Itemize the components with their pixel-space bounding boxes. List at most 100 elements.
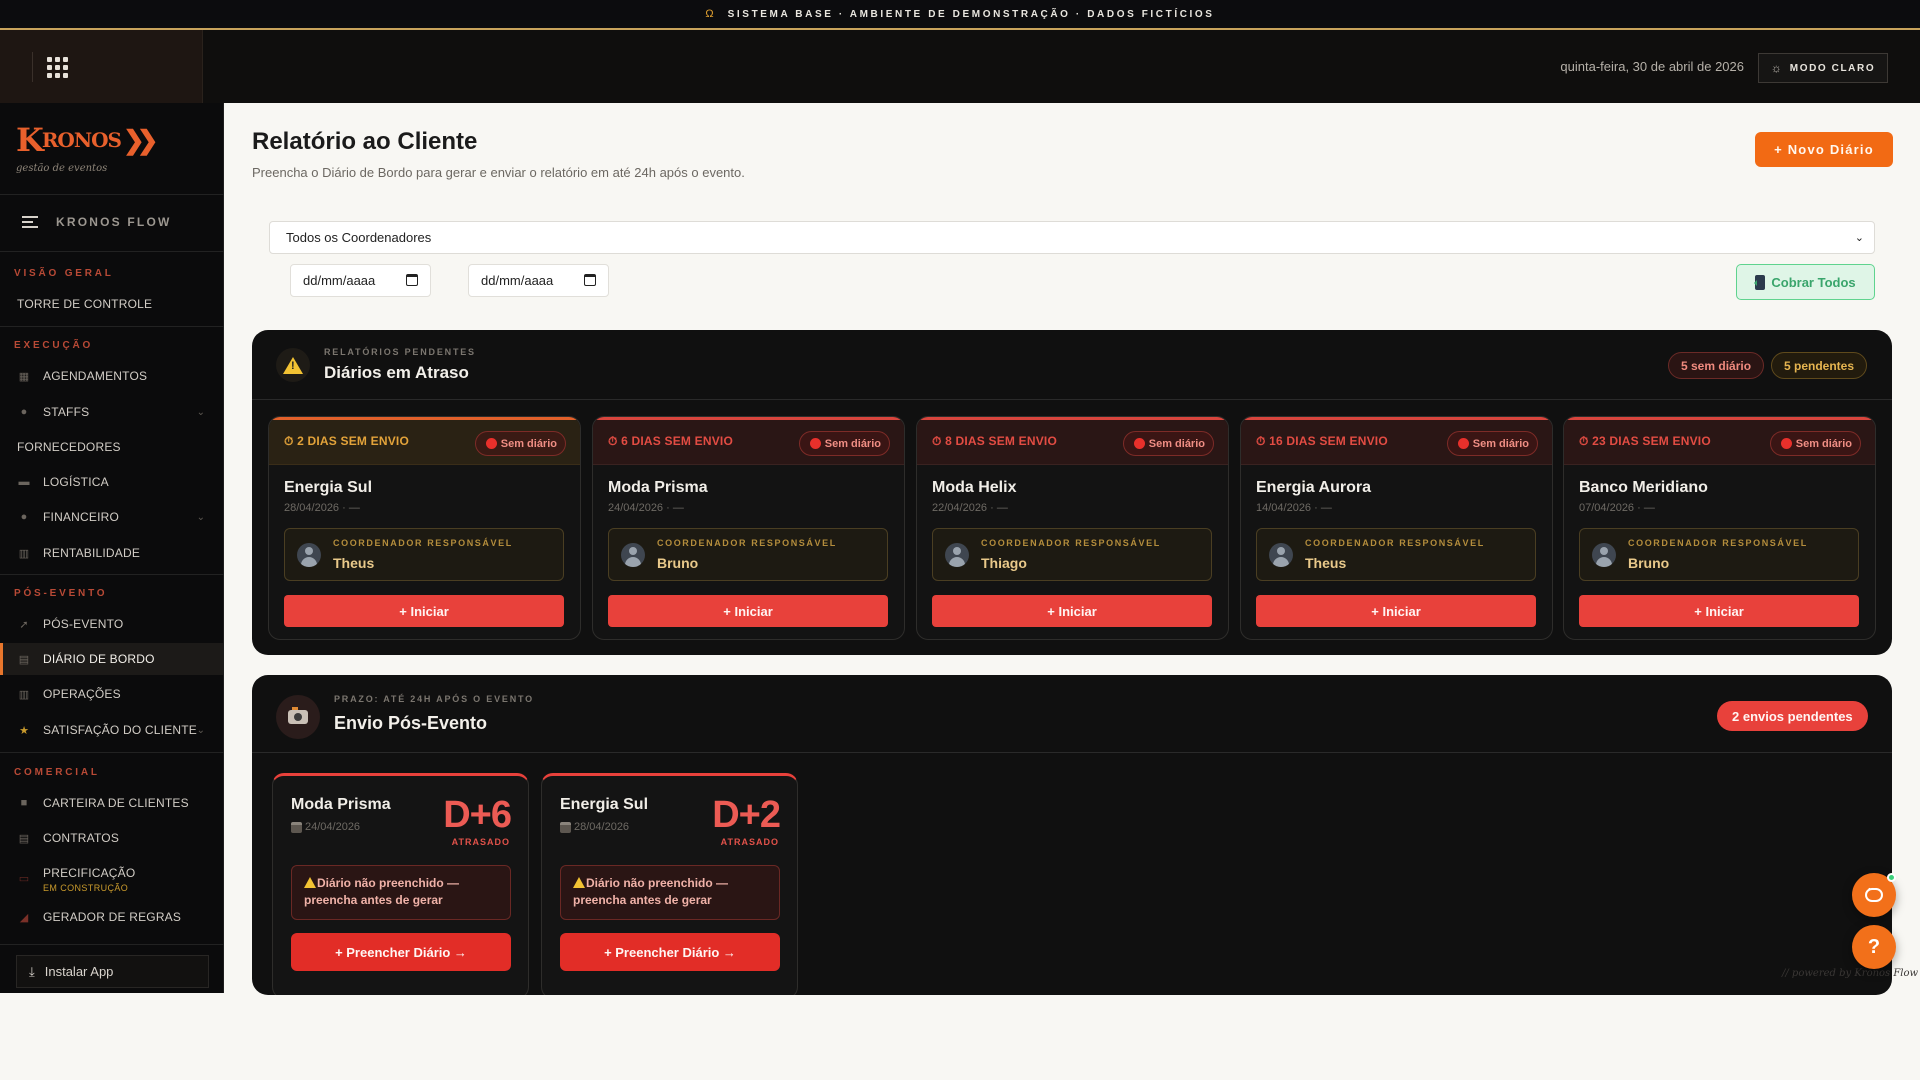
sidebar-item-operacoes[interactable]: ▥ OPERAÇÕES — [0, 678, 223, 710]
coordinator-name: Theus — [333, 555, 375, 571]
current-date: quinta-feira, 30 de abril de 2026 — [1560, 59, 1744, 74]
diary-warning-text: Diário não preenchido — preencha antes d… — [573, 876, 729, 907]
days-without-sending: ⏱ 23 DIAS SEM ENVIO — [1579, 434, 1711, 448]
logo-arrows-icon: ❯❯ — [123, 124, 158, 155]
start-button[interactable]: + Iniciar — [1256, 595, 1536, 627]
panel-kicker: RELATÓRIOS PENDENTES — [324, 347, 476, 357]
install-app-label: Instalar App — [44, 964, 114, 979]
red-dot-icon — [485, 438, 497, 449]
app-menu-toggle[interactable]: KRONOS FLOW — [22, 215, 172, 229]
light-mode-button[interactable]: ☼ MODO CLARO — [1758, 53, 1888, 83]
fill-diary-button[interactable]: + Preencher Diário → — [291, 933, 511, 971]
sidebar-item-agendamentos[interactable]: ▦ AGENDAMENTOS — [0, 360, 223, 392]
date-to-placeholder: dd/mm/aaaa — [481, 273, 554, 288]
start-button[interactable]: + Iniciar — [1579, 595, 1859, 627]
chat-button[interactable] — [1852, 873, 1896, 917]
coordinator-name: Bruno — [1628, 555, 1670, 571]
days-without-sending: ⏱ 16 DIAS SEM ENVIO — [1256, 434, 1388, 448]
coordinator-select[interactable]: Todos os Coordenadores ⌄ — [269, 221, 1875, 254]
start-button[interactable]: + Iniciar — [284, 595, 564, 627]
no-diary-pill: Sem diário — [798, 431, 890, 456]
no-diary-pill: Sem diário — [1446, 431, 1538, 456]
sidebar-item-pos-evento[interactable]: ➚ PÓS-EVENTO — [0, 608, 223, 640]
coordinator-name: Bruno — [657, 555, 699, 571]
sidebar-item-diario-de-bordo[interactable]: ▤ DIÁRIO DE BORDO — [0, 643, 223, 675]
calendar-icon[interactable] — [584, 274, 596, 286]
days-without-sending: ⏱ 6 DIAS SEM ENVIO — [608, 434, 733, 448]
fill-diary-button[interactable]: + Preencher Diário → — [560, 933, 780, 971]
start-button[interactable]: + Iniciar — [608, 595, 888, 627]
apps-grid-icon[interactable] — [47, 57, 68, 78]
warning-icon — [573, 877, 585, 888]
logo-k: K — [16, 121, 44, 159]
sidebar-item-precificacao[interactable]: ▭ PRECIFICAÇÃO EM CONSTRUÇÃO — [0, 862, 223, 894]
sidebar-item-label: FINANCEIRO — [43, 510, 120, 524]
panel-kicker: PRAZO: ATÉ 24H APÓS O EVENTO — [334, 694, 534, 704]
help-button[interactable]: ? — [1852, 925, 1896, 969]
banner-text: SISTEMA BASE · AMBIENTE DE DEMONSTRAÇÃO … — [727, 8, 1215, 20]
sidebar-item-gerador[interactable]: ◢ GERADOR DE REGRAS — [0, 901, 223, 933]
late-label: ATRASADO — [451, 837, 510, 847]
avatar — [945, 543, 969, 567]
sidebar-item-satisfacao[interactable]: ★ SATISFAÇÃO DO CLIENTE ⌄ — [0, 714, 223, 746]
overdue-card: ⏱ 23 DIAS SEM ENVIO Sem diário Banco Mer… — [1563, 416, 1876, 640]
panel-header: PRAZO: ATÉ 24H APÓS O EVENTO Envio Pós-E… — [252, 675, 1892, 753]
brand-logo[interactable]: K RONOS ❯❯ gestão de eventos — [16, 121, 158, 174]
diary-warning: Diário não preenchido — preencha antes d… — [291, 865, 511, 920]
sidebar-item-rentabilidade[interactable]: ▥ RENTABILIDADE — [0, 537, 223, 569]
sidebar-item-carteira[interactable]: ■ CARTEIRA DE CLIENTES — [0, 787, 223, 819]
coordinator-label: COORDENADOR RESPONSÁVEL — [333, 538, 513, 548]
sidebar-item-logistica[interactable]: ▬ LOGÍSTICA — [0, 466, 223, 498]
panel-header: RELATÓRIOS PENDENTES Diários em Atraso 5… — [252, 330, 1892, 400]
client-name: Energia Aurora — [1256, 479, 1371, 496]
phone-icon — [1754, 274, 1766, 290]
client-name: Banco Meridiano — [1579, 479, 1708, 496]
no-diary-pill: Sem diário — [1769, 431, 1861, 456]
chevron-down-icon: ⌄ — [196, 406, 205, 418]
online-status-dot — [1887, 873, 1896, 882]
delay-counter: D+6 — [443, 794, 512, 836]
briefcase-icon: ■ — [20, 797, 28, 809]
date-to-input[interactable]: dd/mm/aaaa — [468, 264, 609, 297]
cobrar-todos-button[interactable]: Cobrar Todos — [1736, 264, 1875, 300]
late-label: ATRASADO — [720, 837, 779, 847]
person-icon: ● — [20, 406, 28, 418]
coordinator-box: COORDENADOR RESPONSÁVEL Theus — [1256, 528, 1536, 581]
coordinator-label: COORDENADOR RESPONSÁVEL — [981, 538, 1161, 548]
sidebar-item-staffs[interactable]: ● STAFFS ⌄ — [0, 396, 223, 428]
date-from-input[interactable]: dd/mm/aaaa — [290, 264, 431, 297]
camera-icon — [276, 695, 320, 739]
sidebar-item-torre[interactable]: TORRE DE CONTROLE — [0, 288, 223, 320]
sidebar-item-label: PRECIFICAÇÃO — [43, 865, 136, 880]
sidebar-item-fornecedores[interactable]: FORNECEDORES — [0, 431, 223, 463]
sidebar: K RONOS ❯❯ gestão de eventos KRONOS FLOW… — [0, 103, 224, 993]
start-button[interactable]: + Iniciar — [932, 595, 1212, 627]
sidebar-item-contratos[interactable]: ▤ CONTRATOS — [0, 822, 223, 854]
sidebar-item-label: STAFFS — [43, 405, 90, 419]
chevron-down-icon: ⌄ — [196, 724, 205, 736]
delay-counter: D+2 — [712, 794, 781, 836]
panel-title: Envio Pós-Evento — [334, 713, 488, 733]
post-event-card: Moda Prisma 24/04/2026 D+6 ATRASADO Diár… — [272, 773, 529, 995]
overdue-card: ⏱ 6 DIAS SEM ENVIO Sem diário Moda Prism… — [592, 416, 905, 640]
calendar-icon: ▦ — [18, 370, 30, 383]
coordinator-name: Theus — [1305, 555, 1347, 571]
new-diary-button[interactable]: + Novo Diário — [1755, 132, 1893, 167]
truck-icon: ▬ — [18, 476, 30, 488]
sidebar-item-financeiro[interactable]: ● FINANCEIRO ⌄ — [0, 501, 223, 533]
logo-text: RONOS — [41, 128, 122, 152]
section-title-post-event: PÓS-EVENTO — [14, 588, 108, 599]
question-mark-icon: ? — [1867, 935, 1881, 958]
red-dot-icon — [1780, 438, 1792, 449]
install-app-button[interactable]: ⤓ Instalar App — [16, 955, 209, 988]
sun-icon: ☼ — [1770, 61, 1782, 75]
sidebar-item-label: CONTRATOS — [43, 831, 120, 845]
chevron-down-icon: ⌄ — [196, 511, 205, 523]
chevron-down-icon: ⌄ — [1854, 232, 1864, 244]
divider — [0, 251, 224, 252]
sidebar-item-label: RENTABILIDADE — [43, 546, 141, 560]
document-icon: ▤ — [18, 832, 30, 845]
calendar-icon[interactable] — [406, 274, 418, 286]
coordinator-label: COORDENADOR RESPONSÁVEL — [657, 538, 837, 548]
divider — [0, 194, 224, 195]
